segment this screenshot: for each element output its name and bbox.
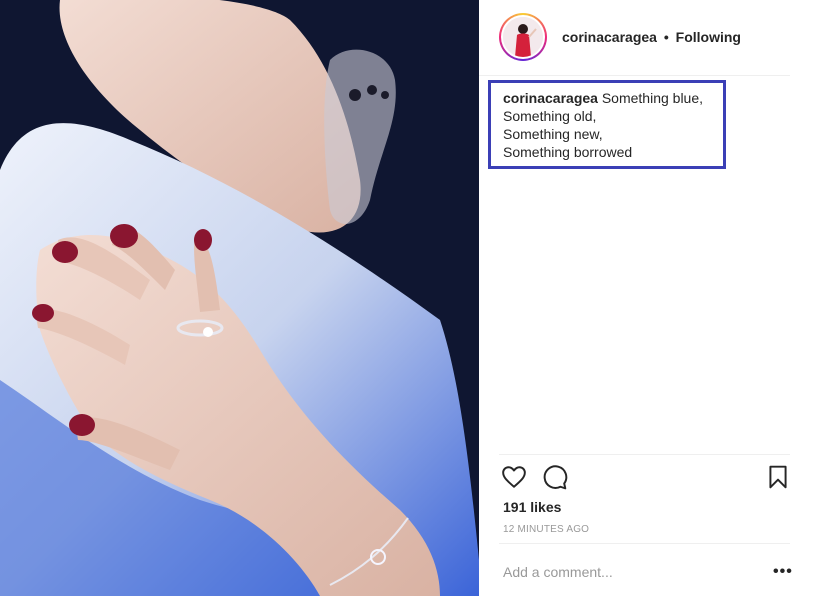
following-button[interactable]: Following xyxy=(676,29,741,45)
like-count[interactable]: 191 likes xyxy=(503,499,561,515)
comment-icon[interactable] xyxy=(542,464,568,490)
action-bar xyxy=(499,464,790,490)
comment-input[interactable] xyxy=(503,562,743,582)
caption-line-2: Something old, xyxy=(503,108,597,124)
caption-line-1: Something blue, xyxy=(601,90,704,106)
bookmark-icon[interactable] xyxy=(765,464,791,490)
author-avatar[interactable] xyxy=(499,13,547,61)
post-header: corinacaragea • Following xyxy=(479,0,790,76)
post-photo[interactable] xyxy=(0,0,479,596)
post-caption: corinacaragea Something blue, Something … xyxy=(503,89,703,161)
comment-divider xyxy=(499,543,790,544)
more-options-icon[interactable]: ••• xyxy=(773,563,793,581)
author-username[interactable]: corinacaragea xyxy=(562,29,657,45)
separator-dot: • xyxy=(663,29,669,45)
heart-icon[interactable] xyxy=(501,464,527,490)
actions-divider xyxy=(499,454,790,455)
post-side-panel: corinacaragea • Following corinacaragea … xyxy=(479,0,813,596)
caption-username[interactable]: corinacaragea xyxy=(503,90,598,106)
header-text: corinacaragea • Following xyxy=(562,29,741,45)
caption-line-4: Something borrowed xyxy=(503,144,633,160)
caption-line-3: Something new, xyxy=(503,126,603,142)
post-timestamp[interactable]: 12 MINUTES AGO xyxy=(503,524,589,535)
